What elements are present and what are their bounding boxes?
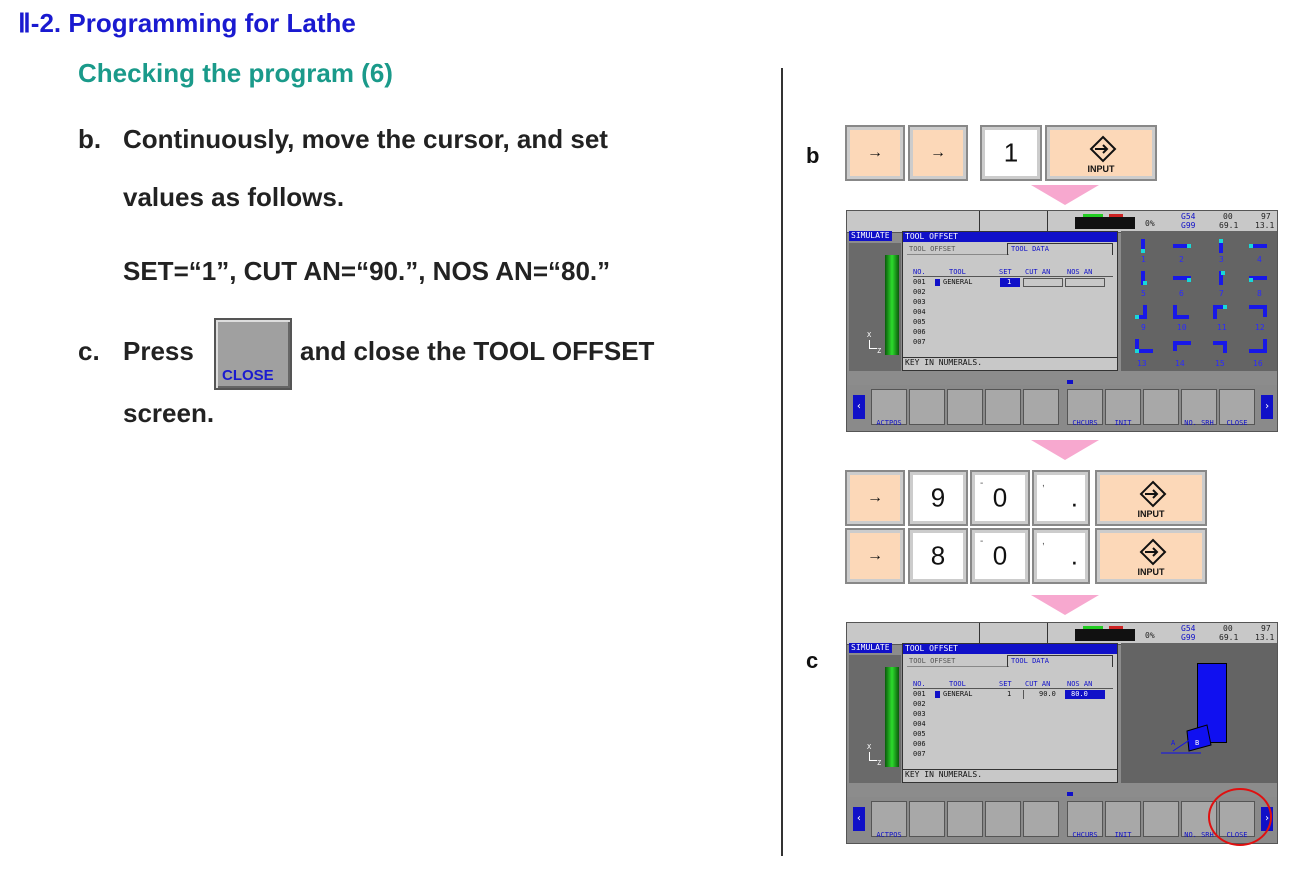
right-arrow-icon: → (867, 489, 883, 506)
softkey-init: INIT (1105, 389, 1141, 427)
softkey-actpos: ACTPOS (871, 801, 907, 839)
highlight-circle (1208, 788, 1272, 846)
step-c-press: Press (123, 336, 194, 366)
right-arrow-icon: → (867, 547, 883, 564)
input-icon (1139, 480, 1167, 508)
step-b-line2: values as follows. (123, 182, 345, 212)
softkey-empty (1143, 389, 1179, 425)
digit-key-0: -0 (970, 528, 1030, 584)
status-bar: 0% G54 G99 00 69.1 97 13.1 (847, 623, 1277, 645)
figure-step-b: b (806, 143, 820, 168)
input-key: INPUT (1095, 470, 1207, 526)
softkey-chcurs: CHCURS (1067, 801, 1103, 839)
softkey-empty (947, 389, 983, 425)
tool-offset-window: TOOL OFFSET TOOL OFFSET TOOL DATA NO. TO… (902, 231, 1118, 371)
figure-step-c: c (806, 648, 819, 673)
digit-key-8: 8 (908, 528, 968, 584)
flow-arrow-icon (1031, 440, 1099, 460)
softkey-no-srh: NO. SRH (1181, 389, 1217, 427)
right-arrow-icon: → (867, 144, 883, 161)
status-bar: 0% G54 G99 00 69.1 97 13.1 (847, 211, 1277, 233)
softkey-bar: ‹ ACTPOS CHCURS INIT NO. SRH CLOSE › (847, 385, 1277, 431)
flow-arrow-icon (1031, 595, 1099, 615)
tool-preview-pane: A B (1121, 643, 1277, 783)
flow-arrow-icon (1031, 185, 1099, 205)
step-b-line1: Continuously, move the cursor, and set (123, 124, 608, 154)
step-c-line2: screen. (123, 398, 215, 428)
softkey-actpos: ACTPOS (871, 389, 907, 427)
arrow-key: → (845, 470, 905, 526)
step-b-marker: b. (78, 124, 102, 154)
simulation-pane: X Z (849, 655, 901, 783)
softkey-empty (1023, 389, 1059, 425)
simulate-tab: SIMULATE (849, 643, 892, 653)
simulate-tab: SIMULATE (849, 231, 892, 241)
input-key: INPUT (1095, 528, 1207, 584)
close-key-label: CLOSE (222, 367, 274, 384)
section-subtitle: Checking the program (6) (78, 58, 393, 88)
softkey-empty (985, 389, 1021, 425)
right-arrow-icon: → (930, 144, 946, 161)
softkey-empty (985, 801, 1021, 837)
digit-key-0: -0 (970, 470, 1030, 526)
softkey-empty (1143, 801, 1179, 837)
softkey-close: CLOSE (1219, 389, 1255, 427)
softkey-empty (947, 801, 983, 837)
input-icon (1139, 538, 1167, 566)
digit-key-1: 1 (980, 125, 1042, 181)
tool-offset-window: TOOL OFFSET TOOL OFFSET TOOL DATA NO. TO… (902, 643, 1118, 783)
column-divider (781, 68, 783, 856)
softkey-empty (909, 389, 945, 425)
orientation-palette: 1 2 3 4 5 6 7 8 9 10 11 12 13 14 15 16 (1121, 231, 1277, 371)
softkey-init: INIT (1105, 801, 1141, 839)
softkey-empty (1023, 801, 1059, 837)
simulation-pane: X Z (849, 243, 901, 371)
input-key: INPUT (1045, 125, 1157, 181)
softkey-empty (909, 801, 945, 837)
softkey-chcurs: CHCURS (1067, 389, 1103, 427)
step-c-marker: c. (78, 336, 100, 366)
step-c-after: and close the TOOL OFFSET (300, 336, 655, 366)
step-b-values: SET=“1”, CUT AN=“90.”, NOS AN=“80.” (123, 256, 611, 286)
arrow-key: → (845, 528, 905, 584)
page-title: Ⅱ-2. Programming for Lathe (18, 8, 356, 38)
decimal-key: ,. (1032, 528, 1090, 584)
input-icon (1089, 135, 1117, 163)
close-key-image: CLOSE (214, 318, 292, 390)
digit-key-9: 9 (908, 470, 968, 526)
tool-offset-screen-1: 0% G54 G99 00 69.1 97 13.1 SIMULATE X Z … (846, 210, 1278, 432)
arrow-key: → (845, 125, 905, 181)
arrow-key: → (908, 125, 968, 181)
decimal-key: ,. (1032, 470, 1090, 526)
status-message: KEY IN NUMERALS. (905, 358, 983, 367)
status-message: KEY IN NUMERALS. (905, 770, 983, 779)
